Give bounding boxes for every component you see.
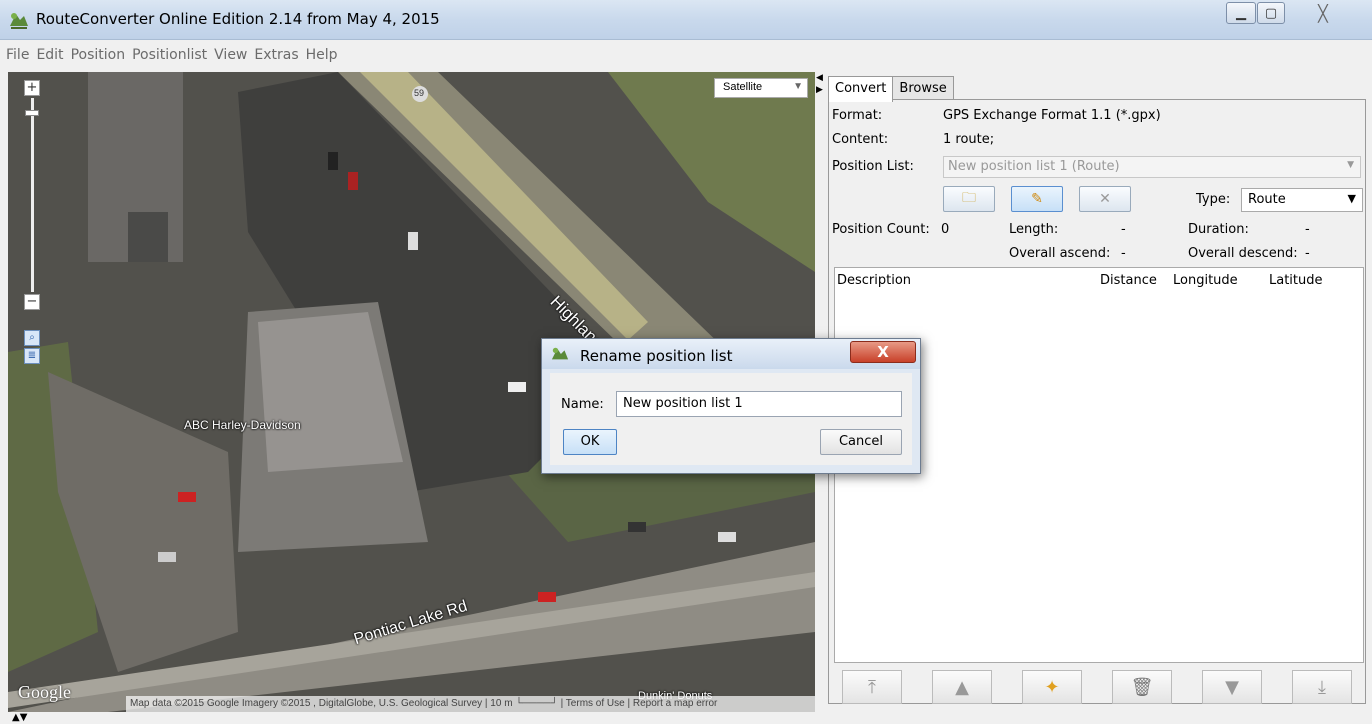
- add-position-icon: ✦: [1044, 676, 1060, 698]
- duration-value: -: [1305, 222, 1310, 237]
- position-list-select[interactable]: New position list 1 (Route) ▼: [943, 156, 1361, 178]
- open-list-button[interactable]: 🗀: [943, 186, 995, 212]
- move-bottom-icon: ⤓: [1318, 676, 1326, 698]
- minimize-button[interactable]: ▁: [1226, 2, 1256, 24]
- content-label: Content:: [832, 132, 889, 147]
- duration-label: Duration:: [1188, 222, 1249, 237]
- magnifier-icon[interactable]: ⌕: [24, 330, 40, 346]
- dialog-title: Rename position list: [580, 347, 733, 365]
- map-type-select[interactable]: Satellite ▼: [714, 78, 808, 98]
- zoom-in-button[interactable]: +: [24, 80, 40, 96]
- harley-davidson-label: ABC Harley-Davidson: [184, 418, 301, 432]
- content-value: 1 route;: [943, 132, 995, 147]
- tab-browse[interactable]: Browse: [892, 76, 954, 100]
- rename-list-button[interactable]: ✎: [1011, 186, 1063, 212]
- column-longitude[interactable]: Longitude: [1173, 273, 1238, 288]
- type-value: Route: [1248, 192, 1286, 207]
- menu-positionlist[interactable]: Positionlist: [132, 47, 207, 63]
- app-icon: [10, 13, 28, 29]
- position-list-value: New position list 1 (Route): [948, 159, 1120, 174]
- map-attribution[interactable]: Map data ©2015 Google Imagery ©2015 , Di…: [126, 696, 815, 712]
- maximize-button[interactable]: ▢: [1257, 2, 1285, 24]
- zoom-out-button[interactable]: −: [24, 294, 40, 310]
- menu-extras[interactable]: Extras: [254, 47, 298, 63]
- overall-descend-value: -: [1305, 246, 1310, 261]
- column-latitude[interactable]: Latitude: [1269, 273, 1323, 288]
- minimize-icon: ▁: [1236, 5, 1246, 21]
- overall-ascend-label: Overall ascend:: [1009, 246, 1111, 261]
- zoom-slider-thumb[interactable]: [25, 110, 39, 116]
- length-value: -: [1121, 222, 1126, 237]
- menu-bar: File Edit Position Positionlist View Ext…: [0, 40, 1372, 70]
- collapse-arrows-icon[interactable]: ▲▼: [12, 712, 27, 723]
- chevron-down-icon: ▼: [1347, 192, 1356, 205]
- column-description[interactable]: Description: [837, 273, 911, 288]
- trash-icon: 🗑: [1130, 676, 1154, 698]
- chevron-down-icon: ▼: [793, 81, 803, 92]
- position-list-label: Position List:: [832, 159, 914, 174]
- zoom-slider-track[interactable]: [31, 98, 34, 292]
- rename-dialog: Rename position list X Name: New positio…: [541, 338, 921, 474]
- menu-view[interactable]: View: [214, 47, 247, 63]
- dialog-title-bar[interactable]: Rename position list X: [542, 339, 920, 369]
- dialog-close-button[interactable]: X: [850, 341, 916, 363]
- window-title: RouteConverter Online Edition 2.14 from …: [36, 10, 440, 28]
- cancel-button[interactable]: Cancel: [820, 429, 902, 455]
- splitter-arrows-icon[interactable]: ◀ ▶: [816, 72, 823, 100]
- column-distance[interactable]: Distance: [1100, 273, 1157, 288]
- menu-help[interactable]: Help: [306, 47, 338, 63]
- google-logo: Google: [18, 682, 71, 702]
- close-icon: X: [877, 343, 889, 361]
- tab-strip: Convert Browse: [828, 76, 954, 102]
- move-up-button[interactable]: ▲: [932, 670, 992, 704]
- move-to-bottom-button[interactable]: ⤓: [1292, 670, 1352, 704]
- delete-list-button[interactable]: ✕: [1079, 186, 1131, 212]
- menu-file[interactable]: File: [6, 47, 29, 63]
- position-count-value: 0: [941, 222, 950, 237]
- format-label: Format:: [832, 108, 883, 123]
- arrow-down-icon: ▼: [1225, 676, 1239, 698]
- format-value: GPS Exchange Format 1.1 (*.gpx): [943, 108, 1161, 123]
- chevron-down-icon: ▼: [1347, 160, 1354, 170]
- name-label: Name:: [561, 397, 604, 412]
- map-type-value: Satellite: [723, 81, 763, 93]
- ok-button[interactable]: OK: [563, 429, 617, 455]
- title-bar: RouteConverter Online Edition 2.14 from …: [0, 0, 1372, 40]
- zoom-list-icon[interactable]: ≣: [24, 348, 40, 364]
- type-label: Type:: [1196, 192, 1231, 207]
- name-input[interactable]: New position list 1: [616, 391, 902, 417]
- type-select[interactable]: Route ▼: [1241, 188, 1363, 212]
- app-icon: [551, 347, 569, 360]
- pencil-icon: ✎: [1031, 191, 1043, 207]
- menu-edit[interactable]: Edit: [36, 47, 63, 63]
- move-top-icon: ⤒: [868, 676, 876, 698]
- dialog-body: Name: New position list 1 OK Cancel: [550, 373, 912, 465]
- close-icon: ╳: [1318, 3, 1328, 23]
- overall-ascend-value: -: [1121, 246, 1126, 261]
- close-window-button[interactable]: ╳: [1286, 2, 1360, 24]
- add-position-button[interactable]: ✦: [1022, 670, 1082, 704]
- arrow-up-icon: ▲: [955, 676, 969, 698]
- length-label: Length:: [1009, 222, 1059, 237]
- tab-convert[interactable]: Convert: [828, 76, 894, 102]
- overall-descend-label: Overall descend:: [1188, 246, 1298, 261]
- delete-position-button[interactable]: 🗑: [1112, 670, 1172, 704]
- move-down-button[interactable]: ▼: [1202, 670, 1262, 704]
- table-header: Description Distance Longitude Latitude: [835, 268, 1363, 292]
- move-to-top-button[interactable]: ⤒: [842, 670, 902, 704]
- menu-position[interactable]: Position: [71, 47, 126, 63]
- delete-x-icon: ✕: [1099, 191, 1111, 207]
- position-count-label: Position Count:: [832, 222, 930, 237]
- route-59-label: 59: [414, 88, 425, 98]
- folder-icon: 🗀: [962, 190, 976, 206]
- maximize-icon: ▢: [1264, 5, 1278, 21]
